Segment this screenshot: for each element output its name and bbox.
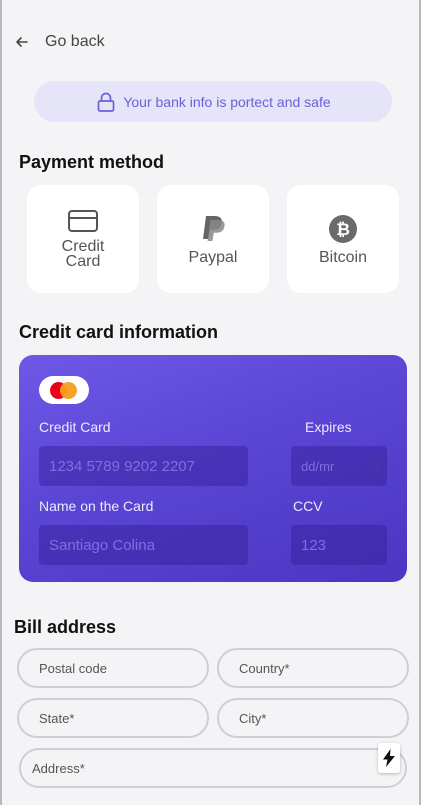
expires-placeholder: dd/mr: [301, 458, 335, 474]
payment-option-bitcoin[interactable]: ₿ Bitcoin: [287, 185, 399, 293]
credit-card-icon: [68, 210, 98, 232]
card-name-placeholder: Santiago Colina: [49, 536, 155, 554]
state-input[interactable]: State*: [17, 698, 209, 738]
security-banner: Your bank info is portect and safe: [34, 81, 392, 122]
ccv-label: CCV: [293, 498, 323, 514]
postal-code-placeholder: Postal code: [39, 660, 107, 676]
lightning-icon: [383, 749, 395, 767]
expires-input[interactable]: dd/mr: [291, 446, 387, 486]
card-info-heading: Credit card information: [19, 322, 219, 342]
expires-label: Expires: [305, 419, 352, 435]
address-input[interactable]: Address*: [19, 748, 407, 788]
mastercard-orange-circle: [60, 382, 77, 399]
city-input[interactable]: City*: [217, 698, 409, 738]
go-back-button[interactable]: Go back: [14, 30, 105, 54]
payment-option-label: Paypal: [188, 248, 238, 266]
mastercard-logo: [39, 376, 89, 404]
ccv-placeholder: 123: [301, 536, 327, 554]
bill-address-heading: Bill address: [14, 617, 117, 637]
country-input[interactable]: Country*: [217, 648, 409, 688]
lock-icon: [97, 92, 115, 112]
city-placeholder: City*: [239, 710, 267, 726]
calendar-icon[interactable]: [369, 460, 379, 471]
state-placeholder: State*: [39, 710, 75, 726]
bitcoin-icon: ₿: [329, 214, 357, 243]
ccv-input[interactable]: 123: [291, 525, 387, 565]
payment-option-paypal[interactable]: Paypal: [157, 185, 269, 293]
card-name-label: Name on the Card: [39, 498, 154, 514]
arrow-left-icon: [16, 37, 28, 47]
card-name-input[interactable]: Santiago Colina: [39, 525, 248, 565]
postal-code-input[interactable]: Postal code: [17, 648, 209, 688]
card-number-label: Credit Card: [39, 419, 111, 435]
payment-option-credit-card[interactable]: Credit Card: [27, 185, 139, 293]
security-text: Your bank info is portect and safe: [123, 93, 331, 110]
card-number-input[interactable]: 1234 5789 9202 2207: [39, 446, 248, 486]
card-number-placeholder: 1234 5789 9202 2207: [49, 457, 195, 475]
country-placeholder: Country*: [239, 660, 290, 676]
address-placeholder: Address*: [32, 760, 85, 776]
app-screen: Go back Your bank info is portect and sa…: [0, 0, 421, 805]
payment-option-label: Bitcoin: [318, 248, 368, 266]
payment-method-heading: Payment method: [19, 152, 165, 172]
go-back-label: Go back: [45, 33, 105, 50]
svg-text:₿: ₿: [336, 220, 350, 240]
paypal-icon: [203, 215, 225, 241]
lightning-button[interactable]: [378, 743, 400, 773]
payment-option-label: Credit Card: [61, 238, 105, 270]
